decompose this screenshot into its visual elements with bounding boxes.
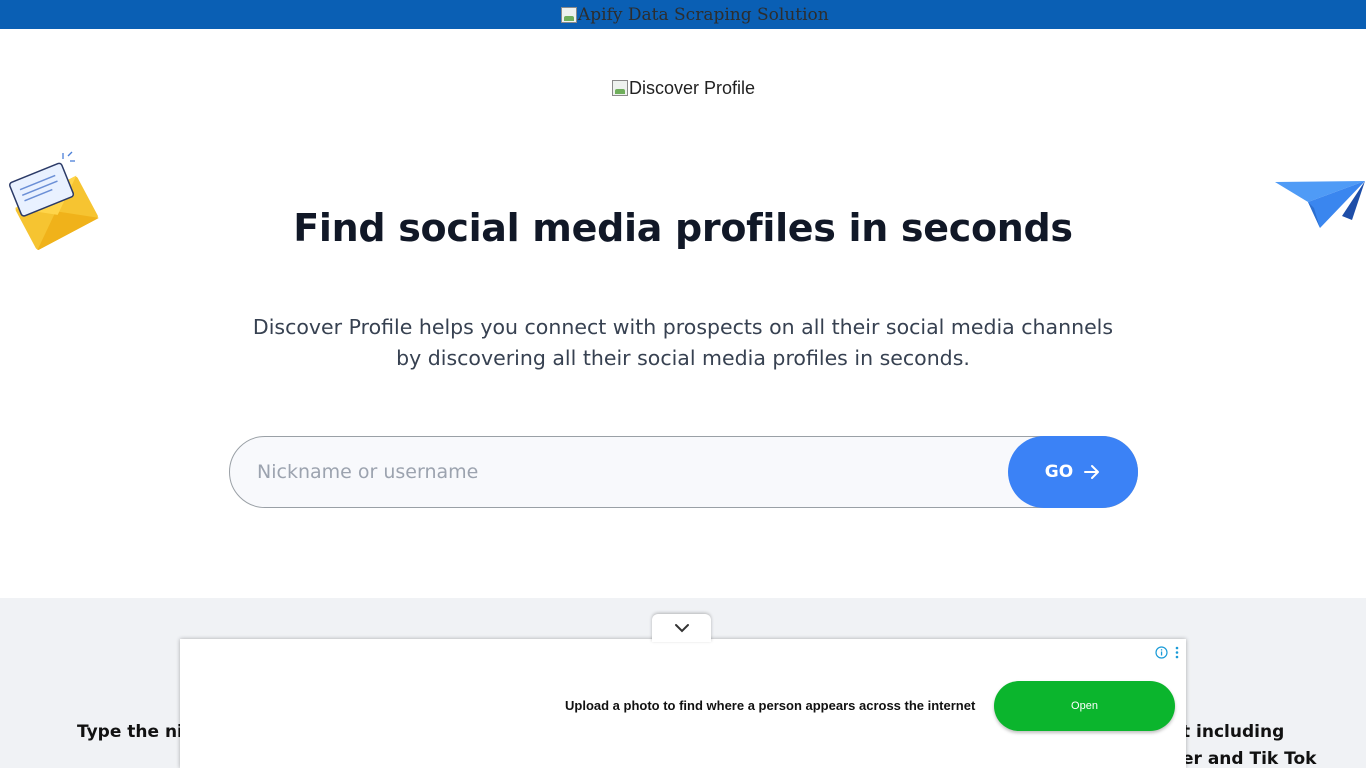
apify-banner-alt: Apify Data Scraping Solution (578, 5, 829, 25)
chevron-down-icon (674, 624, 689, 633)
ad-text: Upload a photo to find where a person ap… (565, 698, 976, 713)
kebab-menu-icon[interactable] (1174, 646, 1180, 659)
go-button-label: GO (1044, 462, 1074, 482)
ad-banner: Upload a photo to find where a person ap… (180, 639, 1186, 768)
ad-open-button[interactable]: Open (994, 681, 1175, 731)
section-text-right-line2: er and Tik Tok (1182, 749, 1317, 768)
info-icon[interactable] (1155, 646, 1168, 659)
apify-banner-link[interactable]: Apify Data Scraping Solution (561, 4, 829, 26)
broken-image-icon (561, 7, 577, 23)
broken-image-icon (612, 80, 628, 96)
logo-alt-text: Discover Profile (629, 77, 756, 98)
arrow-right-icon (1084, 465, 1100, 479)
username-search-input[interactable] (229, 436, 1138, 508)
discover-profile-logo[interactable]: Discover Profile (612, 76, 755, 100)
section-text-right-line1: t including (1182, 722, 1285, 742)
go-button[interactable]: GO (1008, 436, 1138, 508)
hero-description: Discover Profile helps you connect with … (233, 312, 1133, 374)
page-title: Find social media profiles in seconds (293, 206, 1073, 250)
ad-collapse-tab[interactable] (652, 614, 711, 642)
hero-description-line1: Discover Profile helps you connect with … (252, 315, 1114, 339)
hero-description-line2: by discovering all their social media pr… (396, 346, 970, 370)
top-banner: Apify Data Scraping Solution (0, 0, 1366, 29)
search-form: GO (229, 436, 1138, 508)
